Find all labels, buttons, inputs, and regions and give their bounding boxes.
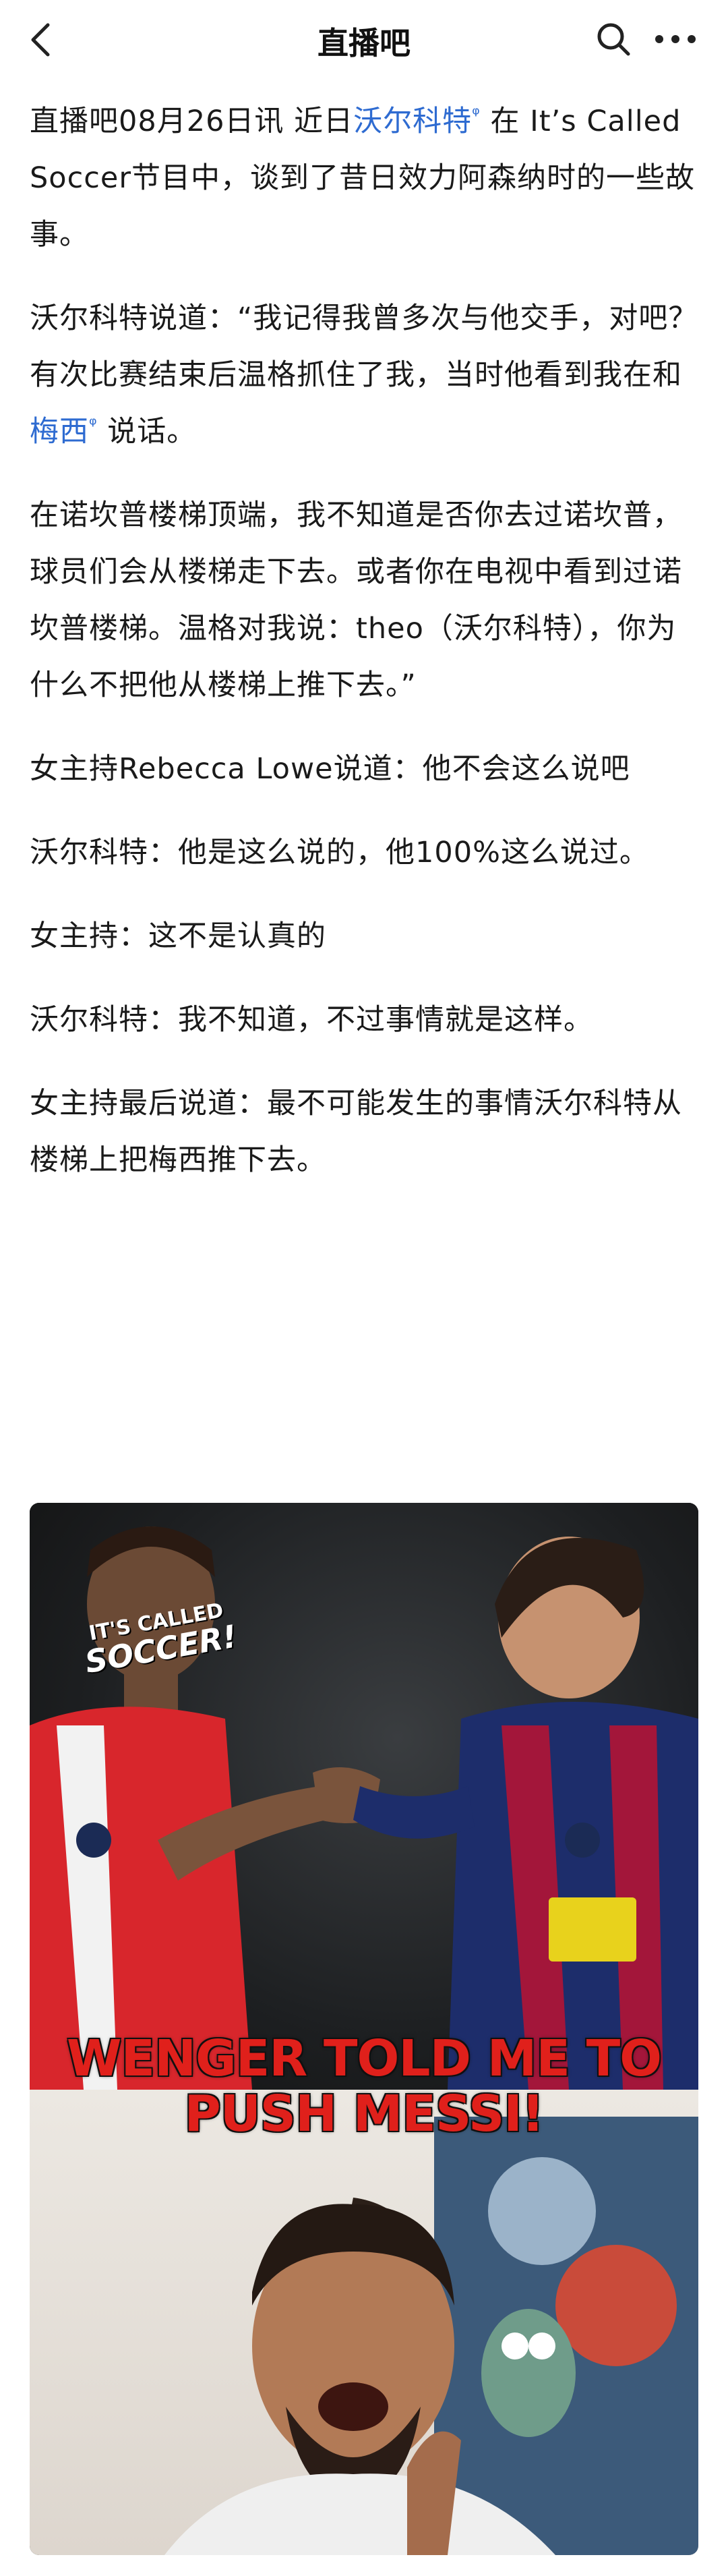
paragraph-text: 直播吧08月26日讯 近日 [30, 105, 354, 138]
article-paragraph: 女主持：这不是认真的 [30, 919, 326, 953]
player-link-messi[interactable]: 梅西ᵠ [30, 415, 98, 449]
caption-line: PUSH MESSI! [184, 2085, 544, 2143]
link-text: 沃尔科特 [353, 105, 473, 138]
match-photo: IT'S CALLED SOCCER! [30, 1503, 698, 2090]
more-button[interactable] [648, 18, 702, 61]
search-icon: ᵠ [472, 103, 481, 125]
caption-line: WENGER TOLD ME TO [66, 2030, 662, 2088]
interview-illustration [164, 2117, 698, 2555]
article-paragraph: 沃尔科特说道：“我记得我曾多次与他交手，对吧？有次比赛结束后温格抓住了我，当时他… [30, 290, 701, 460]
article-paragraph: 女主持Rebecca Lowe说道：他不会这么说吧 [30, 752, 630, 786]
search-icon [597, 23, 630, 56]
players-illustration [30, 1526, 698, 2090]
interview-frame [30, 2090, 698, 2555]
article-paragraph: 沃尔科特：我不知道，不过事情就是这样。 [30, 1003, 593, 1037]
article-image[interactable]: IT'S CALLED SOCCER! WENGER TOLD ME TO PU… [30, 1503, 698, 2555]
article-paragraph: 直播吧08月26日讯 近日沃尔科特ᵠ 在 It’s Called Soccer节… [30, 93, 701, 263]
article-paragraph: 女主持最后说道：最不可能发生的事情沃尔科特从楼梯上把梅西推下去。 [30, 1087, 682, 1177]
top-nav-bar: 直播吧 [0, 0, 728, 80]
search-button[interactable] [592, 18, 635, 61]
article-body: 直播吧08月26日讯 近日沃尔科特ᵠ 在 It’s Called Soccer节… [30, 93, 701, 1215]
article-paragraph: 沃尔科特：他是这么说的，他100%这么说过。 [30, 836, 649, 869]
search-icon: ᵠ [89, 413, 98, 436]
more-dots-icon [655, 35, 696, 43]
link-text: 梅西 [30, 415, 89, 449]
paragraph-text: 说话。 [97, 415, 197, 449]
article-paragraph: 在诺坎普楼梯顶端，我不知道是否你去过诺坎普，球员们会从楼梯走下去。或者你在电视中… [30, 498, 682, 702]
player-link-walcott[interactable]: 沃尔科特ᵠ [353, 105, 481, 138]
image-caption: WENGER TOLD ME TO PUSH MESSI! [30, 2022, 698, 2150]
paragraph-text: 沃尔科特说道：“我记得我曾多次与他交手，对吧？有次比赛结束后温格抓住了我，当时他… [30, 302, 698, 392]
